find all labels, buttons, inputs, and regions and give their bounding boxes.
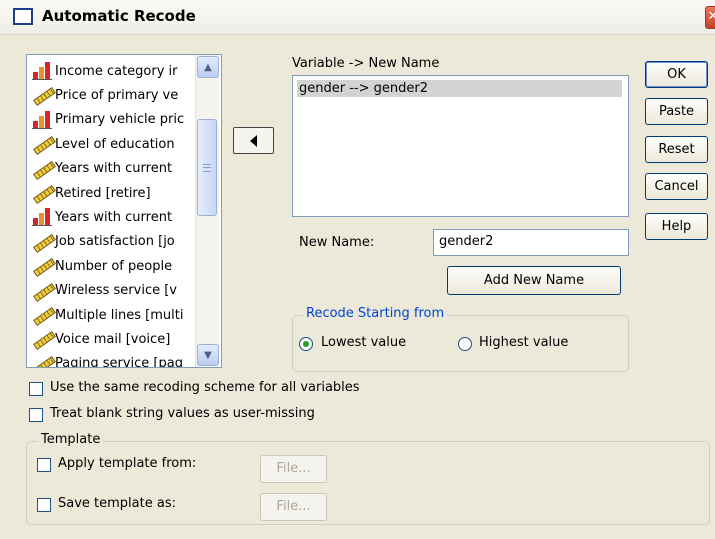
- scale-icon: [32, 257, 56, 278]
- title-bar: Automatic Recode ✕: [0, 0, 715, 35]
- same-scheme-label[interactable]: Use the same recoding scheme for all var…: [50, 380, 360, 395]
- template-title: Template: [38, 432, 104, 447]
- variable-label: Number of people: [55, 258, 173, 274]
- help-button[interactable]: Help: [645, 213, 708, 240]
- add-new-name-button[interactable]: Add New Name: [447, 266, 621, 295]
- variable-label: Level of education: [55, 136, 175, 152]
- apply-template-checkbox[interactable]: [37, 458, 51, 472]
- variable-label: Years with current: [55, 209, 173, 225]
- variable-list-item[interactable]: Years with current: [32, 205, 202, 229]
- grip-icon: [203, 163, 211, 172]
- scale-icon: [32, 233, 56, 253]
- scale-icon: [32, 184, 56, 204]
- variable-label: Paging service [pag: [55, 356, 183, 368]
- apply-template-label[interactable]: Apply template from:: [58, 456, 196, 471]
- variable-list-item[interactable]: Income category ir: [32, 59, 202, 83]
- variable-list-item[interactable]: Primary vehicle pric: [32, 108, 202, 132]
- variable-label: Job satisfaction [jo: [55, 234, 175, 250]
- variable-label: Wireless service [v: [55, 283, 177, 299]
- scroll-up-button[interactable]: ▲: [197, 56, 219, 78]
- variable-list-scrollbar[interactable]: ▲ ▼: [195, 55, 219, 367]
- new-name-input[interactable]: gender2: [433, 229, 629, 256]
- variable-list-item[interactable]: Wireless service [v: [32, 279, 202, 303]
- source-variable-list[interactable]: Income category ir Price of primary ve Pri…: [26, 54, 222, 368]
- variable-list-item[interactable]: Level of education: [32, 132, 202, 156]
- apply-template-file-button[interactable]: File...: [260, 455, 327, 483]
- variable-list-item[interactable]: Multiple lines [multi: [32, 303, 202, 327]
- scale-icon: [32, 306, 56, 326]
- scale-icon: [32, 86, 56, 107]
- move-variable-button[interactable]: [233, 127, 274, 154]
- variable-list-item[interactable]: Paging service [pag: [32, 352, 202, 368]
- save-template-file-button[interactable]: File...: [260, 493, 327, 521]
- variable-list-item[interactable]: Voice mail [voice]: [32, 327, 202, 351]
- variable-label: Retired [retire]: [55, 185, 151, 201]
- paste-button[interactable]: Paste: [645, 98, 708, 125]
- save-template-checkbox[interactable]: [37, 498, 51, 512]
- blank-missing-checkbox[interactable]: [29, 408, 43, 422]
- scale-icon: [32, 330, 56, 351]
- scroll-down-button[interactable]: ▼: [197, 344, 219, 366]
- lowest-value-label[interactable]: Lowest value: [321, 335, 406, 350]
- variable-list-item[interactable]: Number of people: [32, 254, 202, 278]
- radio-selected-dot: [303, 341, 309, 347]
- lowest-value-radio[interactable]: [299, 337, 313, 351]
- automatic-recode-dialog: Automatic Recode ✕ Income category ir Pri…: [0, 0, 715, 539]
- save-template-label[interactable]: Save template as:: [58, 496, 176, 511]
- mapping-list[interactable]: gender --> gender2: [292, 75, 629, 217]
- variable-label: Income category ir: [55, 63, 178, 79]
- highest-value-label[interactable]: Highest value: [479, 335, 568, 350]
- window-title: Automatic Recode: [42, 7, 196, 25]
- scale-icon: [32, 282, 56, 302]
- scale-icon: [32, 355, 56, 367]
- same-scheme-checkbox[interactable]: [29, 382, 43, 396]
- variable-label: Years with current: [55, 161, 173, 177]
- blank-missing-label[interactable]: Treat blank string values as user-missin…: [50, 406, 315, 421]
- template-group: [26, 441, 710, 525]
- variable-list-item[interactable]: Years with current: [32, 157, 202, 181]
- arrow-left-icon: [250, 134, 257, 147]
- variable-label: Primary vehicle pric: [55, 112, 185, 128]
- variable-label: Multiple lines [multi: [55, 307, 184, 323]
- variable-list-item[interactable]: Price of primary ve: [32, 83, 202, 107]
- recode-start-title: Recode Starting from: [303, 306, 448, 321]
- mapping-list-label: Variable -> New Name: [292, 56, 440, 71]
- variable-label: Voice mail [voice]: [55, 331, 171, 347]
- ordinal-icon: [32, 208, 52, 227]
- reset-button[interactable]: Reset: [645, 136, 708, 163]
- variable-list-item[interactable]: Job satisfaction [jo: [32, 230, 202, 254]
- cancel-button[interactable]: Cancel: [645, 173, 708, 200]
- scroll-thumb[interactable]: [197, 119, 217, 216]
- ordinal-icon: [32, 110, 52, 129]
- highest-value-radio[interactable]: [458, 337, 472, 351]
- mapping-item[interactable]: gender --> gender2: [297, 80, 622, 97]
- close-button[interactable]: ✕: [705, 6, 715, 29]
- ok-button[interactable]: OK: [645, 61, 708, 88]
- variable-list-item[interactable]: Retired [retire]: [32, 181, 202, 205]
- ordinal-icon: [32, 62, 52, 80]
- scale-icon: [32, 160, 56, 180]
- scale-icon: [32, 135, 56, 156]
- variable-label: Price of primary ve: [55, 87, 179, 103]
- new-name-label: New Name:: [299, 235, 375, 250]
- window-icon: [13, 8, 33, 25]
